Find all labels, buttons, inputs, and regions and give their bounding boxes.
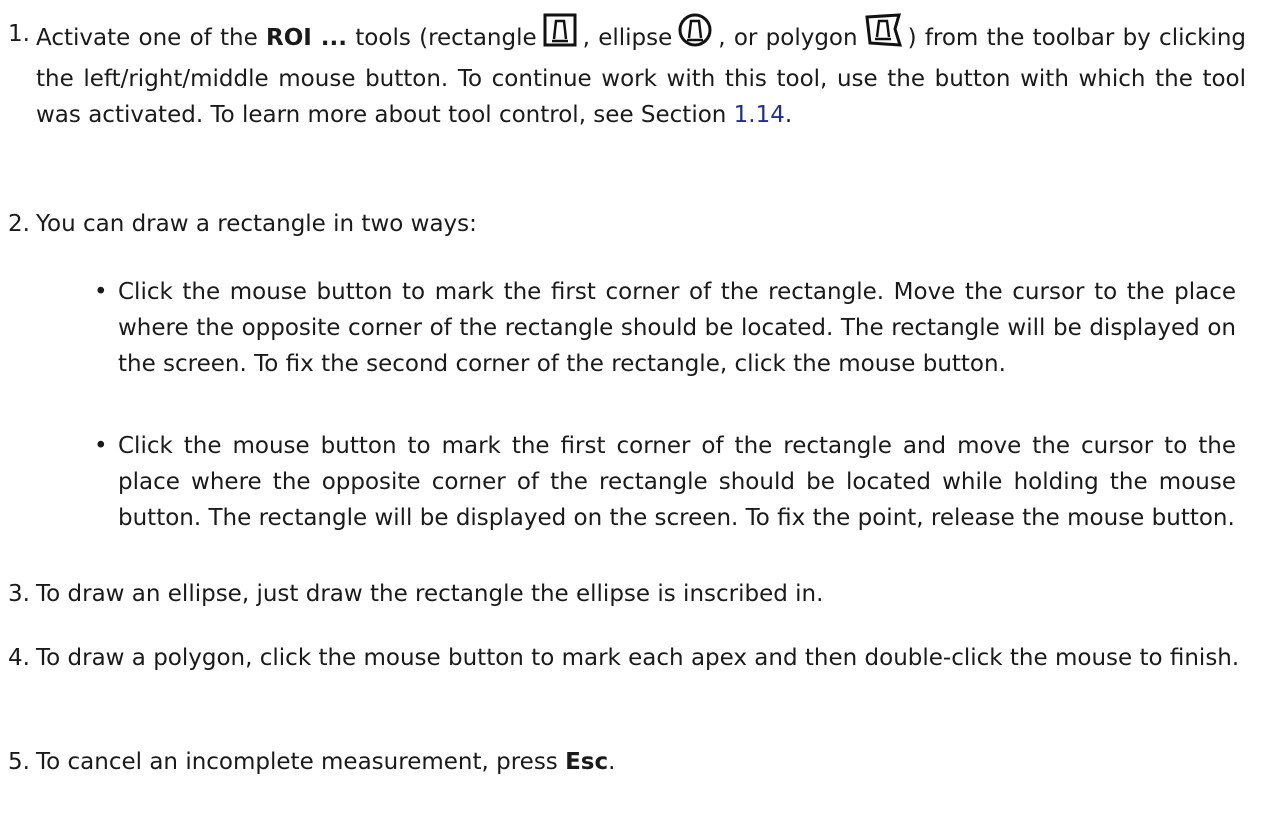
- roi-rectangle-icon: [543, 13, 577, 58]
- bullet-dot: •: [94, 279, 108, 305]
- step-number: 2.: [8, 211, 30, 237]
- step-number: 1.: [8, 21, 30, 47]
- step-text: To draw an ellipse, just draw the rectan…: [36, 581, 824, 607]
- step-text: To draw a polygon, click the mouse butto…: [36, 645, 1240, 671]
- bullet-dot: •: [94, 433, 108, 459]
- step-text: To cancel an incomplete measurement, pre…: [36, 749, 616, 775]
- step-number: 3.: [8, 581, 30, 607]
- step-text: Activate one of the ROI ... tools (recta…: [36, 13, 1246, 133]
- step-text: You can draw a rectangle in two ways:: [36, 211, 477, 237]
- bullet-text: Click the mouse button to mark the first…: [118, 279, 1236, 377]
- roi-tools-label: ROI ...: [266, 25, 348, 51]
- esc-key-label: Esc: [565, 749, 609, 775]
- step-number: 4.: [8, 645, 30, 671]
- roi-polygon-icon: [864, 13, 902, 58]
- roi-ellipse-icon: [678, 13, 712, 58]
- bullet-text: Click the mouse button to mark the first…: [118, 433, 1236, 531]
- section-link[interactable]: 1.14: [734, 102, 785, 128]
- step-number: 5.: [8, 749, 30, 775]
- instruction-list: 1. Activate one of the ROI ... tools (re…: [0, 0, 1266, 816]
